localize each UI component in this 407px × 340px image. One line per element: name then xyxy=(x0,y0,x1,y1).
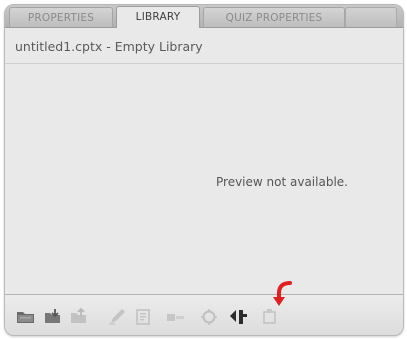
properties-icon[interactable] xyxy=(133,307,155,327)
panel-tab-bar: PROPERTIES LIBRARY QUIZ PROPERTIES xyxy=(5,5,403,28)
select-unused-icon[interactable] xyxy=(228,307,250,327)
panel-tab-extra xyxy=(345,7,397,27)
tab-library[interactable]: LIBRARY xyxy=(116,6,200,28)
import-icon[interactable] xyxy=(42,307,64,327)
library-toolbar xyxy=(5,294,403,335)
library-title: untitled1.cptx - Empty Library xyxy=(15,39,203,54)
open-library-icon[interactable] xyxy=(15,307,37,327)
usage-icon[interactable] xyxy=(165,307,187,327)
export-icon[interactable] xyxy=(68,307,90,327)
update-icon[interactable] xyxy=(198,307,220,327)
library-panel: PROPERTIES LIBRARY QUIZ PROPERTIES untit… xyxy=(4,4,404,336)
highlight-arrow-icon xyxy=(273,281,292,306)
edit-icon[interactable] xyxy=(107,307,129,327)
tab-quiz-properties[interactable]: QUIZ PROPERTIES xyxy=(203,7,345,27)
preview-message: Preview not available. xyxy=(216,175,348,189)
tab-properties[interactable]: PROPERTIES xyxy=(9,7,113,27)
